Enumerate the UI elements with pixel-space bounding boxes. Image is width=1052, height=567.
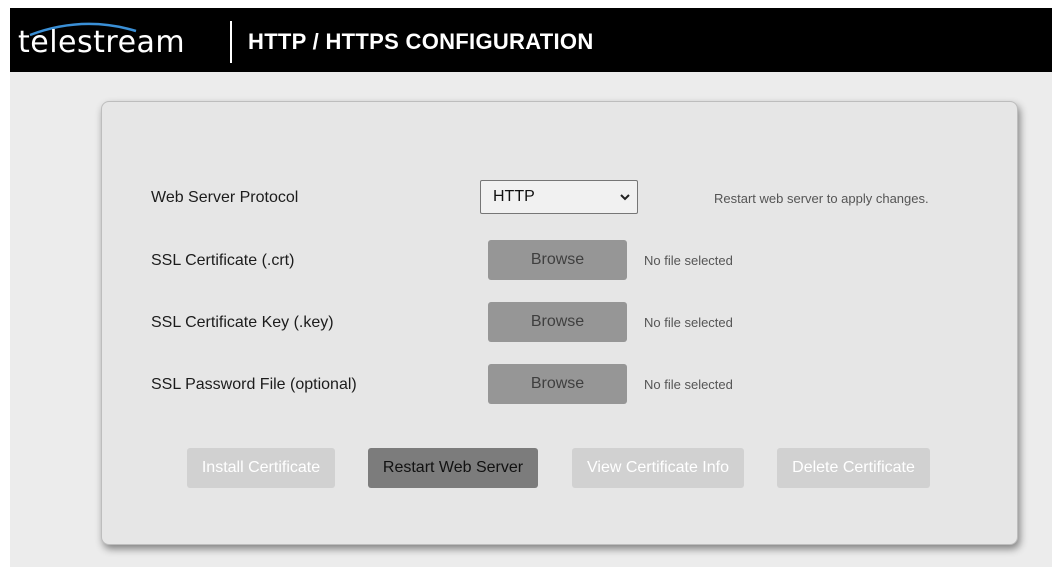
browse-certificate-button[interactable]: Browse [488,240,627,280]
header-divider [230,21,232,63]
telestream-logo: telestream [18,21,208,63]
delete-certificate-button[interactable]: Delete Certificate [777,448,930,488]
config-panel: Web Server Protocol HTTP Restart web ser… [101,101,1018,545]
chevron-down-icon [620,194,630,201]
page-title: HTTP / HTTPS CONFIGURATION [248,29,594,54]
key-file-status: No file selected [644,315,733,330]
browse-key-button[interactable]: Browse [488,302,627,342]
logo-text: telestream [18,25,186,60]
ssl-password-label: SSL Password File (optional) [151,376,357,393]
protocol-select[interactable]: HTTP [480,180,638,214]
ssl-key-label: SSL Certificate Key (.key) [151,314,334,331]
view-certificate-info-button[interactable]: View Certificate Info [572,448,744,488]
certificate-file-status: No file selected [644,253,733,268]
protocol-hint: Restart web server to apply changes. [714,191,929,206]
header-bar: telestream HTTP / HTTPS CONFIGURATION [10,8,1052,72]
protocol-select-value: HTTP [493,188,535,205]
restart-web-server-button[interactable]: Restart Web Server [368,448,538,488]
ssl-certificate-label: SSL Certificate (.crt) [151,252,295,269]
password-file-status: No file selected [644,377,733,392]
install-certificate-button[interactable]: Install Certificate [187,448,335,488]
protocol-label: Web Server Protocol [151,189,299,206]
browse-password-button[interactable]: Browse [488,364,627,404]
page: telestream HTTP / HTTPS CONFIGURATION We… [0,0,1052,567]
